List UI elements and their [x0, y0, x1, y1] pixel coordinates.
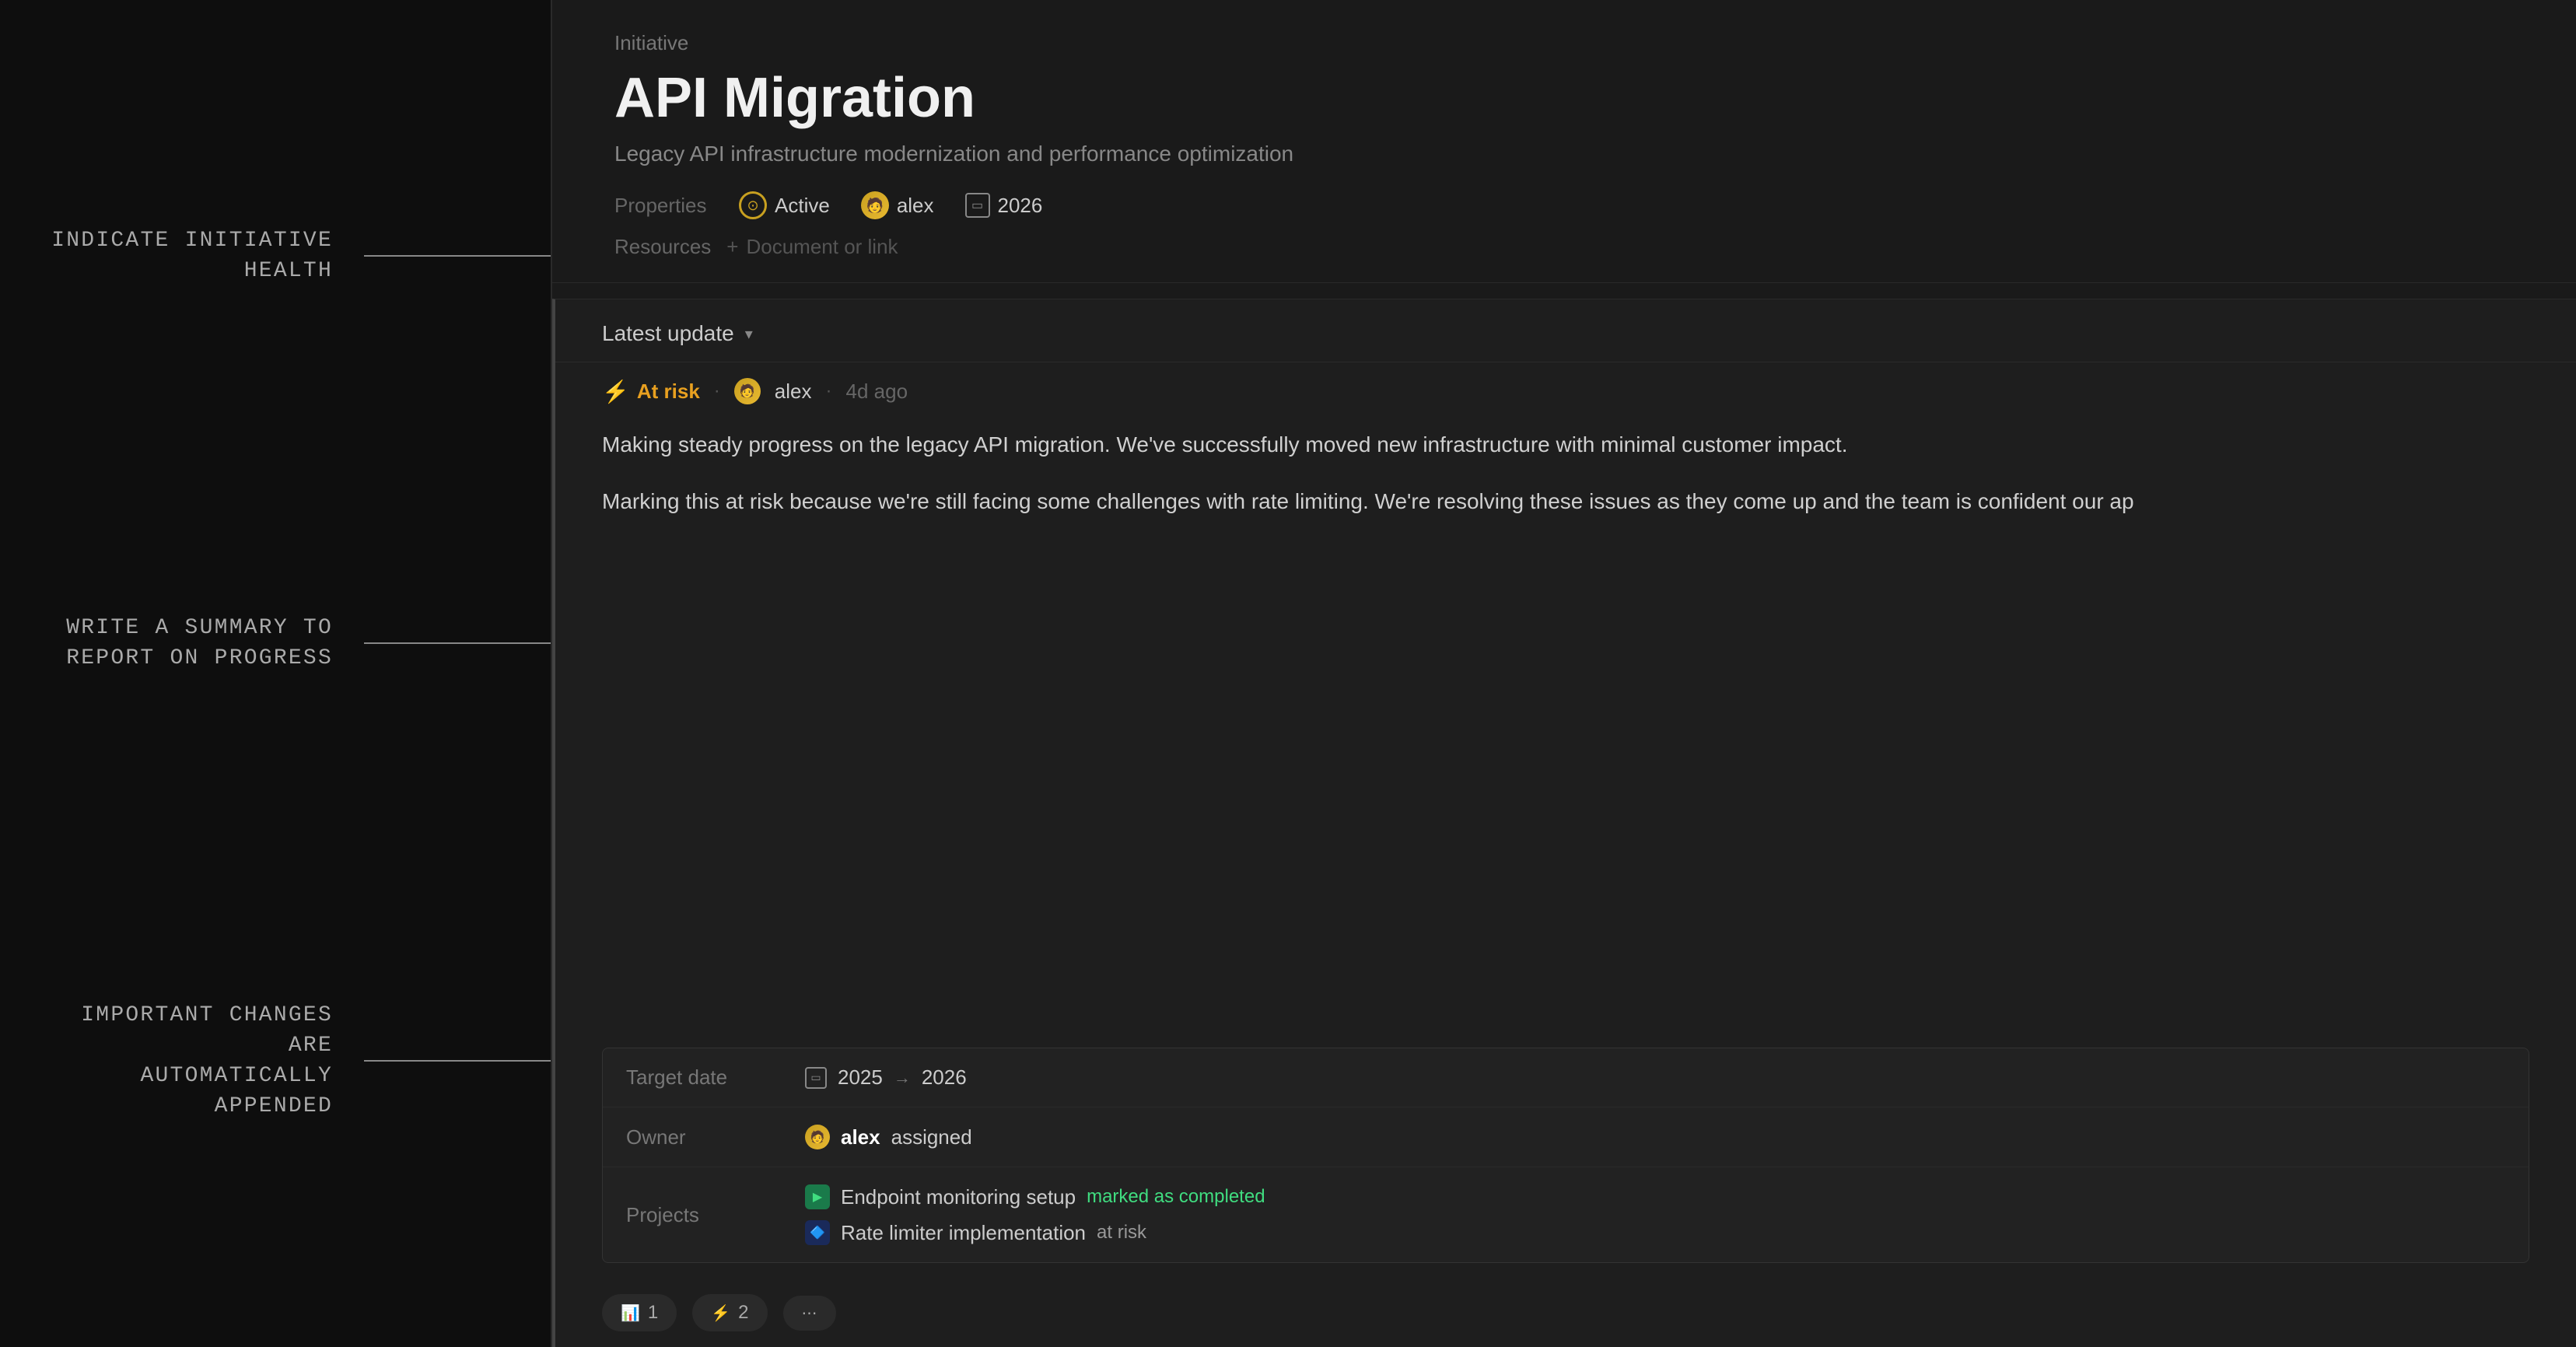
project-item-1[interactable]: 🔷 Rate limiter implementation at risk: [805, 1220, 1265, 1245]
annotation-summary-line: [364, 642, 551, 644]
meta-separator-1: ·: [714, 380, 720, 402]
projects-value: ▶ Endpoint monitoring setup marked as co…: [805, 1184, 1265, 1245]
right-panel: Initiative API Migration Legacy API infr…: [552, 0, 2576, 1347]
annotation-health-line: [364, 255, 551, 257]
annotation-health: INDICATE INITIATIVE HEALTH: [47, 226, 551, 286]
update-time-ago: 4d ago: [846, 380, 908, 404]
annotation-summary-text: WRITE A SUMMARY TO REPORT ON PROGRESS: [47, 613, 364, 674]
target-date-key: Target date: [626, 1065, 782, 1090]
plus-icon: +: [726, 235, 738, 259]
calendar-icon-small: ▭: [805, 1067, 827, 1089]
badge-0-icon: 📊: [621, 1303, 640, 1323]
add-resource-text: Document or link: [746, 235, 898, 259]
owner-avatar-small: 🧑: [805, 1125, 830, 1149]
properties-row: Properties ⊙ Active 🧑 alex ▭ 2026: [614, 191, 2514, 219]
update-header-label: Latest update: [602, 321, 734, 346]
projects-key: Projects: [626, 1203, 782, 1227]
more-icon: ⋯: [802, 1303, 817, 1323]
target-date-value: ▭ 2025 → 2026: [805, 1065, 967, 1090]
project-risk-icon: 🔷: [805, 1220, 830, 1245]
year-text: 2026: [998, 194, 1043, 218]
project-item-0[interactable]: ▶ Endpoint monitoring setup marked as co…: [805, 1184, 1265, 1209]
initiative-breadcrumb: Initiative: [614, 31, 2514, 55]
calendar-icon: ▭: [965, 193, 990, 218]
projects-row: Projects ▶ Endpoint monitoring setup mar…: [603, 1167, 2529, 1262]
update-author-avatar: 🧑: [734, 378, 761, 404]
initiative-header: Initiative API Migration Legacy API infr…: [552, 0, 2576, 283]
owner-name: alex: [897, 194, 934, 218]
project-completed-icon: ▶: [805, 1184, 830, 1209]
meta-separator-2: ·: [826, 380, 832, 402]
properties-label: Properties: [614, 194, 708, 218]
status-text: Active: [775, 194, 830, 218]
at-risk-badge[interactable]: ⚡ At risk: [602, 379, 700, 404]
annotation-changes-text: IMPORTANT CHANGES ARE AUTOMATICALLY APPE…: [47, 1000, 364, 1122]
target-date-from: 2025: [838, 1065, 883, 1090]
owner-name-text: alex: [841, 1125, 880, 1149]
owner-suffix: assigned: [891, 1125, 972, 1149]
metadata-table: Target date ▭ 2025 → 2026 Owner 🧑 alex a…: [602, 1048, 2529, 1263]
owner-value: 🧑 alex assigned: [805, 1125, 972, 1149]
at-risk-text: At risk: [637, 380, 700, 404]
bottom-badges: 📊 1 ⚡ 2 ⋯: [555, 1279, 2576, 1347]
annotation-summary: WRITE A SUMMARY TO REPORT ON PROGRESS: [47, 613, 551, 674]
project-1-status: at risk: [1097, 1222, 1146, 1244]
badge-0-label: 1: [648, 1302, 658, 1324]
badge-more[interactable]: ⋯: [783, 1296, 836, 1331]
update-header: Latest update ▾: [555, 299, 2576, 362]
owner-badge[interactable]: 🧑 alex: [861, 191, 934, 219]
resources-row: Resources + Document or link: [614, 235, 2514, 259]
badge-1[interactable]: ⚡ 2: [692, 1294, 767, 1331]
initiative-subtitle: Legacy API infrastructure modernization …: [614, 142, 2514, 166]
annotation-changes-line: [364, 1060, 551, 1062]
at-risk-icon: ⚡: [602, 379, 629, 404]
project-1-name: Rate limiter implementation: [841, 1221, 1086, 1245]
badge-1-icon: ⚡: [711, 1303, 730, 1323]
update-paragraph-2: Marking this at risk because we're still…: [602, 485, 2529, 520]
active-icon: ⊙: [739, 191, 767, 219]
badge-1-label: 2: [738, 1302, 748, 1324]
update-body: Making steady progress on the legacy API…: [555, 412, 2576, 1048]
arrow-icon: →: [894, 1068, 911, 1088]
initiative-title: API Migration: [614, 68, 2514, 129]
year-badge[interactable]: ▭ 2026: [965, 193, 1043, 218]
add-resource-button[interactable]: + Document or link: [726, 235, 898, 259]
resources-label: Resources: [614, 235, 711, 259]
update-paragraph-1: Making steady progress on the legacy API…: [602, 428, 2529, 463]
project-0-status: marked as completed: [1087, 1186, 1265, 1208]
badge-0[interactable]: 📊 1: [602, 1294, 677, 1331]
project-0-name: Endpoint monitoring setup: [841, 1185, 1076, 1209]
chevron-down-icon[interactable]: ▾: [745, 324, 753, 344]
annotation-changes: IMPORTANT CHANGES ARE AUTOMATICALLY APPE…: [47, 1000, 551, 1122]
latest-update-section: Latest update ▾ ⚡ At risk · 🧑 alex · 4d …: [552, 299, 2576, 1347]
annotation-health-text: INDICATE INITIATIVE HEALTH: [47, 226, 364, 286]
target-date-row: Target date ▭ 2025 → 2026: [603, 1048, 2529, 1107]
status-badge[interactable]: ⊙ Active: [739, 191, 830, 219]
left-panel: INDICATE INITIATIVE HEALTH WRITE A SUMMA…: [0, 0, 552, 1347]
target-date-to: 2026: [922, 1065, 967, 1090]
update-meta: ⚡ At risk · 🧑 alex · 4d ago: [555, 362, 2576, 412]
update-author-name: alex: [775, 380, 812, 404]
owner-avatar: 🧑: [861, 191, 889, 219]
owner-row: Owner 🧑 alex assigned: [603, 1107, 2529, 1167]
owner-key: Owner: [626, 1125, 782, 1149]
